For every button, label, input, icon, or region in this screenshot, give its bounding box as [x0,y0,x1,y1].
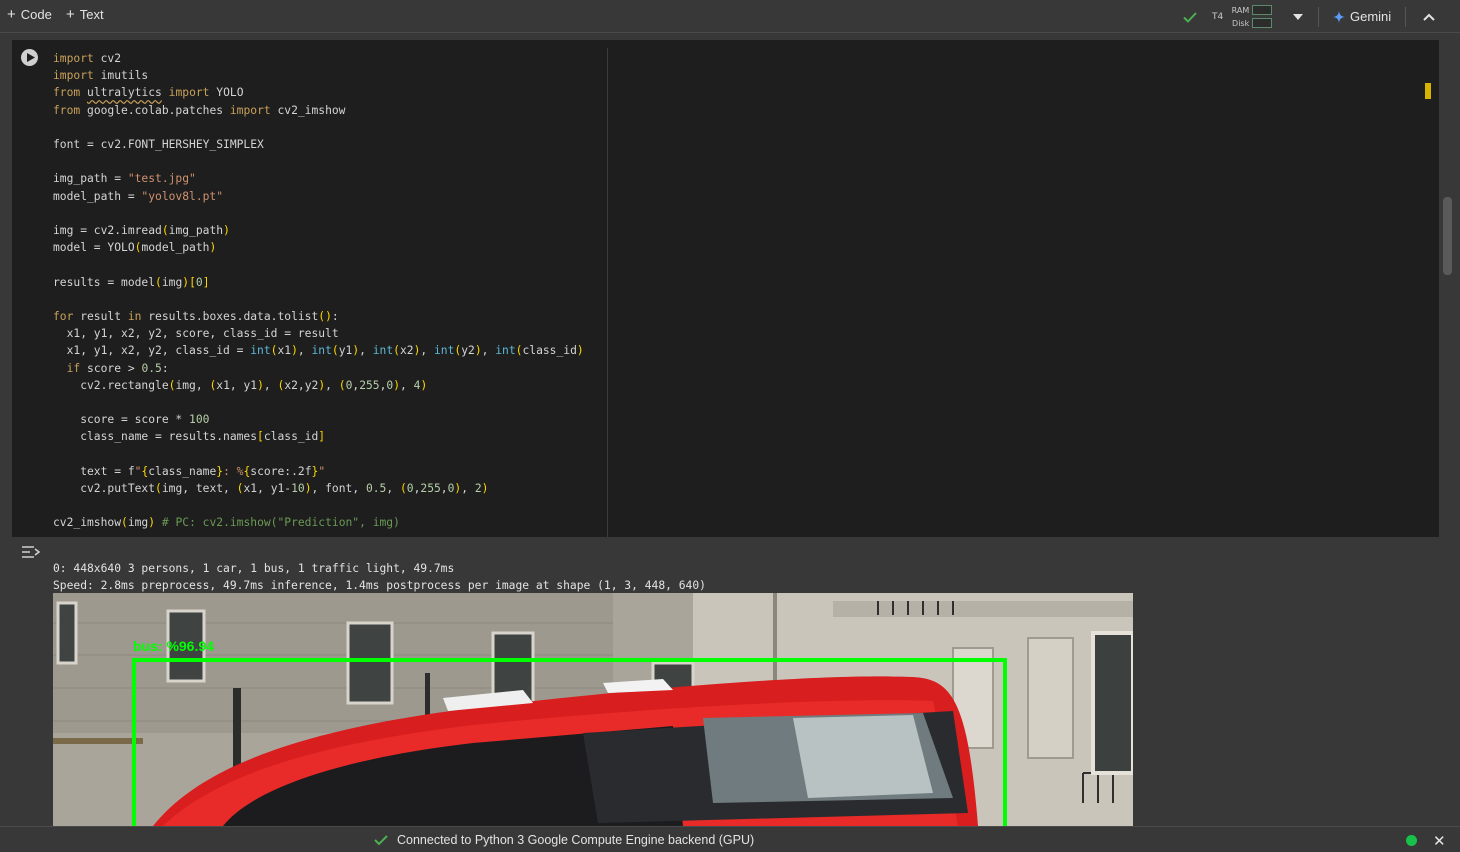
collapse-button[interactable] [1423,0,1435,33]
gpu-label: T4 [1212,11,1224,22]
runtime-dropdown-button[interactable] [1292,0,1304,33]
add-text-label: Text [79,7,104,22]
toolbar: + Code + Text T4 RAM Disk Gemini [0,0,1460,33]
disk-label: Disk [1232,18,1250,28]
add-text-button[interactable]: + Text [66,7,104,22]
prediction-image [53,593,1133,826]
status-bar: Connected to Python 3 Google Compute Eng… [0,826,1460,852]
gemini-button[interactable]: Gemini [1333,0,1391,33]
code-editor[interactable]: import cv2 import imutils from ultralyti… [53,50,584,532]
detection-label: bus: %96.94 [133,638,214,654]
resource-monitor[interactable]: T4 RAM Disk [1212,0,1273,33]
ram-label: RAM [1231,5,1250,15]
scroll-marker [1425,83,1431,99]
scrollbar[interactable] [1443,197,1452,275]
plus-icon: + [66,6,75,23]
chevron-up-icon [1423,13,1435,21]
add-code-button[interactable]: + Code [7,7,52,22]
ram-meter [1252,5,1273,15]
connection-status[interactable]: Connected to Python 3 Google Compute Eng… [397,833,754,847]
street-scene-illustration [53,593,1133,826]
close-icon[interactable]: ✕ [1433,832,1446,850]
check-icon [1183,11,1197,23]
sparkle-icon [1333,10,1345,23]
line-length-ruler [607,48,608,537]
plus-icon: + [7,6,16,23]
output-actions-icon[interactable] [21,544,41,560]
gemini-label: Gemini [1350,9,1392,24]
divider [1318,6,1319,27]
divider [1405,6,1406,27]
code-cell[interactable]: import cv2 import imutils from ultralyti… [12,40,1439,537]
disk-meter [1252,18,1273,28]
output-line-1: 0: 448x640 3 persons, 1 car, 1 bus, 1 tr… [53,562,455,575]
add-code-label: Code [20,7,52,22]
output-line-2: Speed: 2.8ms preprocess, 49.7ms inferenc… [53,579,706,592]
check-icon [374,835,388,846]
play-icon [26,53,35,62]
output-text: 0: 448x640 3 persons, 1 car, 1 bus, 1 tr… [53,560,706,594]
caret-down-icon [1293,13,1303,20]
connection-indicator [1406,835,1417,846]
runtime-status[interactable] [1182,0,1198,33]
run-cell-button[interactable] [21,49,38,66]
